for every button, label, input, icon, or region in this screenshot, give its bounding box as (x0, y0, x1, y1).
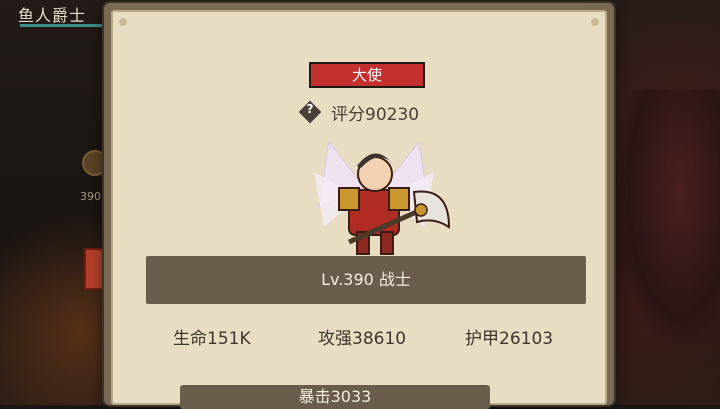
background-boss-name: 鱼人爵士 (18, 6, 87, 25)
stat-armor: 护甲26103 (465, 329, 554, 349)
background-title-underline (20, 24, 104, 27)
stat-hp: 生命151K (173, 329, 251, 349)
background-level-text: 390 (80, 190, 101, 203)
popup-parchment: 大使 ? 评分90230 Lv.390 战士 生命151K 攻强38610 护甲… (111, 10, 607, 405)
hero-level-class-bar: Lv.390 战士 (146, 256, 586, 304)
question-mark-icon[interactable]: ? (298, 100, 322, 124)
hero-info-popup: 大使 ? 评分90230 Lv.390 战士 生命151K 攻强38610 护甲… (104, 3, 614, 405)
background-monster-art (620, 90, 720, 340)
corner-rivet (119, 18, 127, 26)
rank-badge: 大使 (309, 62, 425, 88)
hero-portrait (314, 140, 451, 255)
score-row: ? 评分90230 (298, 98, 420, 126)
score-value: 评分90230 (331, 104, 420, 125)
stat-attack: 攻强38610 (318, 329, 407, 349)
stat-crit-bar: 暴击3033 (180, 385, 490, 409)
corner-rivet (591, 18, 599, 26)
stats-row: 生命151K 攻强38610 护甲26103 (113, 324, 609, 352)
